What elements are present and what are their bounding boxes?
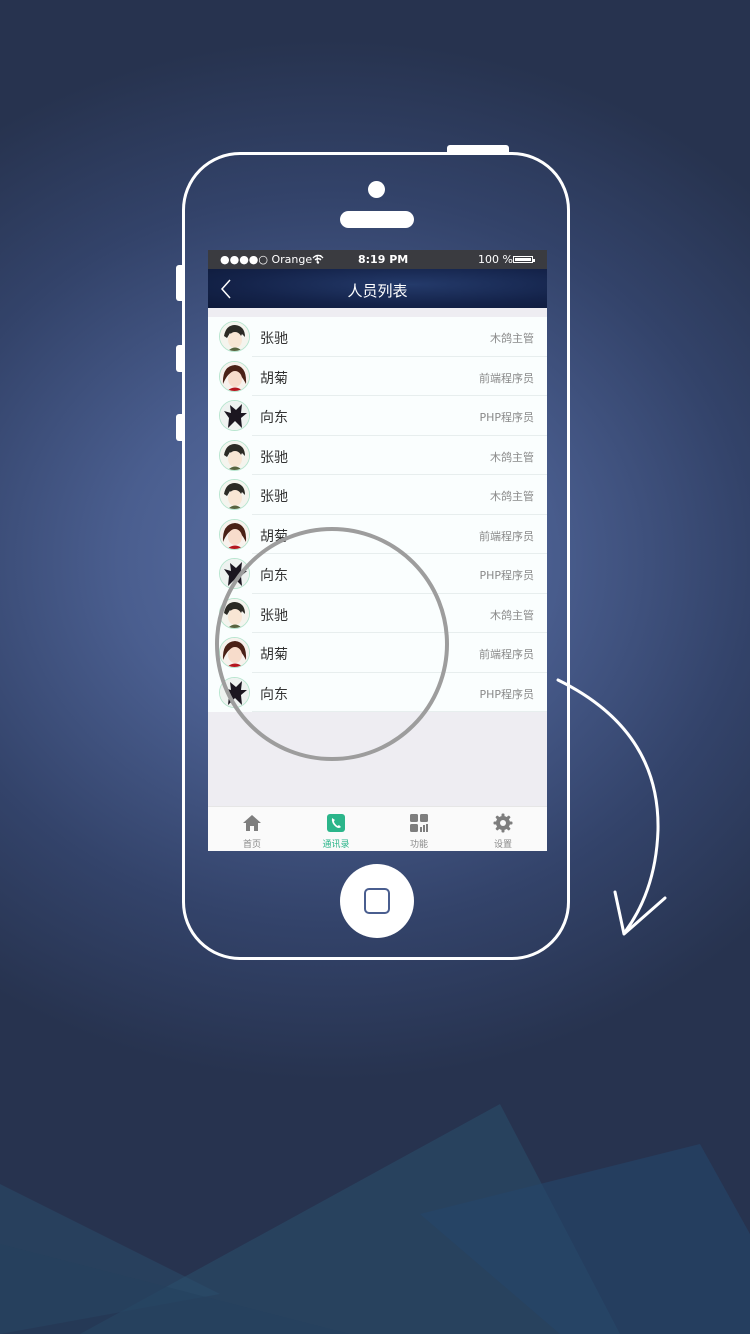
avatar [219,400,250,431]
swipe-down-arrow-icon [556,678,667,936]
contact-role: 前端程序员 [479,529,534,543]
contact-row[interactable]: 向东 PHP程序员 [208,396,547,436]
tab-bar: 首页 通讯录 功能 设置 [208,806,547,851]
tab-settings[interactable]: 设置 [461,807,545,851]
contact-role: PHP程序员 [479,687,534,701]
avatar [219,321,250,352]
avatar [219,518,250,550]
status-bar: ●●●●○ Orange F 8:19 PM 100 % [208,250,547,269]
front-camera [368,181,385,198]
carrier-label: ●●●●○ Orange F [220,253,322,266]
contact-role: PHP程序员 [479,411,534,424]
contact-name: 胡菊 [260,370,288,387]
contact-role: PHP程序员 [479,569,534,582]
contact-role: 木鸽主管 [490,450,534,464]
home-square-icon [364,888,390,914]
background-polygons [0,1104,750,1334]
contact-role: 前端程序员 [479,371,534,385]
battery-percent: 100 % [478,253,513,266]
phone-icon [327,814,345,832]
contact-name: 张驰 [260,331,288,347]
page-title: 人员列表 [347,282,408,300]
gear-icon [493,813,513,833]
contact-role: 前端程序员 [479,648,534,661]
contact-row[interactable]: 张驰 木鸽主管 [208,475,547,515]
contact-name: 张驰 [260,449,288,466]
battery-icon [513,256,535,263]
contact-row[interactable]: 张驰 木鸽主管 [208,317,547,357]
contact-row[interactable]: 张驰 木鸽主管 [208,435,547,475]
magnifier-circle [215,527,449,761]
navigation-bar: 人员列表 [208,269,547,308]
tab-functions[interactable]: 功能 [377,807,461,851]
clock: 8:19 PM [358,253,409,266]
contact-role: 木鸽主管 [490,332,534,345]
tab-home[interactable]: 首页 [210,807,294,851]
home-button[interactable] [340,864,414,938]
avatar [219,439,250,471]
avatar [219,360,250,392]
tab-home-label: 首页 [242,840,261,850]
contact-row[interactable]: 胡菊 前端程序员 [208,356,547,396]
contact-role: 木鸽主管 [490,608,534,622]
earpiece-speaker [340,211,414,228]
tab-functions-label: 功能 [409,840,428,850]
home-icon [243,815,261,831]
avatar [219,479,250,510]
tab-contacts[interactable]: 通讯录 [294,807,378,851]
tab-settings-label: 设置 [493,840,512,850]
wifi-icon [312,254,324,264]
contact-name: 向东 [260,410,288,426]
grid-icon [410,814,428,832]
tab-contacts-label: 通讯录 [322,840,350,850]
contact-name: 张驰 [260,489,288,505]
contact-role: 木鸽主管 [490,490,534,503]
